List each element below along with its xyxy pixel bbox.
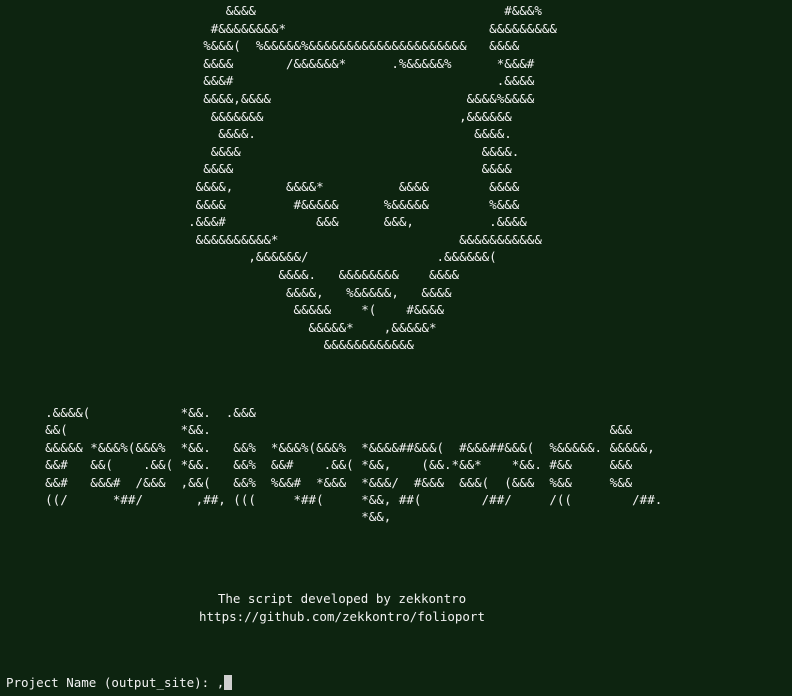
terminal-window[interactable]: &&&& #&&&% #&&&&&&&&* &&&&&&&&& %&&&( %&… bbox=[0, 0, 792, 696]
credits-author-line: The script developed by zekkontro bbox=[217, 591, 467, 606]
credits-block: The script developed by zekkontro https:… bbox=[0, 590, 684, 625]
prompt-input-value[interactable]: , bbox=[217, 675, 225, 690]
text-cursor bbox=[224, 675, 233, 690]
credits-repo-link: https://github.com/zekkontro/folioport bbox=[199, 608, 485, 624]
folioport-ascii-logo: .&&&&( *&&. .&&& &&( *&&. &&& &&&&& *&&&… bbox=[45, 405, 663, 525]
mask-ascii-art: &&&& #&&&% #&&&&&&&&* &&&&&&&&& %&&&( %&… bbox=[188, 3, 557, 353]
prompt-label: Project Name (output_site): bbox=[6, 675, 217, 690]
project-name-prompt[interactable]: Project Name (output_site): , bbox=[6, 674, 233, 692]
